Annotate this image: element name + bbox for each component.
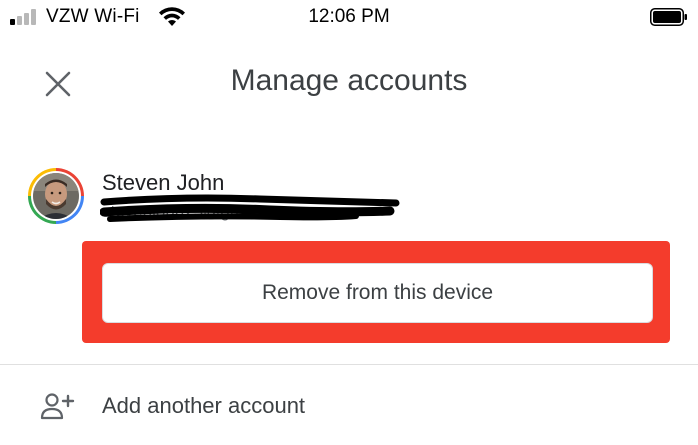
remove-from-device-button[interactable]: Remove from this device xyxy=(102,263,653,323)
divider xyxy=(0,364,698,365)
page-title: Manage accounts xyxy=(230,64,468,97)
avatar xyxy=(28,168,84,224)
redaction-scribble xyxy=(100,194,400,222)
status-time: 12:06 PM xyxy=(308,6,390,27)
manage-accounts-screen: VZW Wi-Fi 12:06 PM Manage accounts Steve… xyxy=(0,0,698,445)
battery-icon xyxy=(650,8,687,26)
add-another-account-label: Add another account xyxy=(102,393,306,418)
add-another-account-item[interactable]: Add another account xyxy=(0,380,698,432)
person-add-icon xyxy=(40,393,75,420)
profile-photo xyxy=(33,173,79,219)
status-bar: VZW Wi-Fi 12:06 PM xyxy=(0,0,698,36)
